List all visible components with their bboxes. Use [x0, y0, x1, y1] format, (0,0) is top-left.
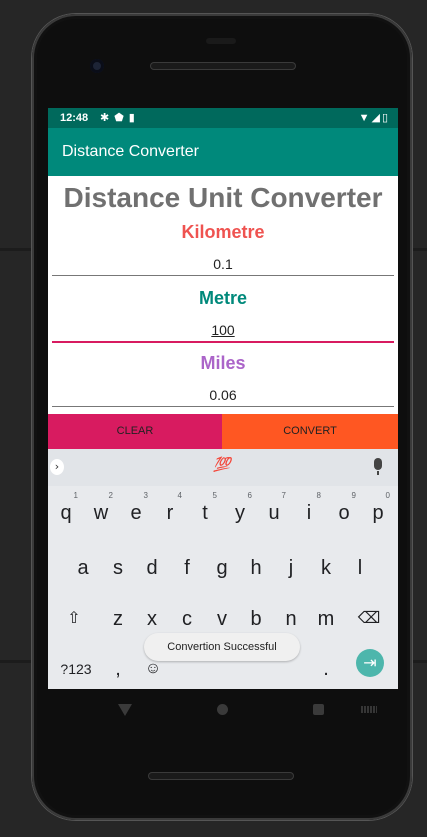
- key-l[interactable]: l: [344, 548, 376, 588]
- key-hint: 7: [281, 491, 286, 500]
- key-hint: 0: [385, 491, 390, 500]
- key-p[interactable]: 0p: [362, 491, 394, 533]
- battery-icon: ▯: [381, 112, 390, 124]
- key-label: e: [130, 502, 142, 524]
- symbols-key[interactable]: ?123: [54, 649, 98, 689]
- key-label: u: [268, 502, 280, 524]
- keyboard-switch-icon[interactable]: [361, 706, 377, 713]
- period-key[interactable]: .: [310, 649, 342, 689]
- key-label: i: [306, 502, 312, 524]
- key-i[interactable]: 8i: [293, 491, 325, 533]
- key-z[interactable]: z: [102, 599, 134, 639]
- backspace-key-icon[interactable]: ⌫: [353, 599, 385, 639]
- keyboard-suggestion-bar: › 💯: [48, 449, 398, 486]
- key-hint: 8: [316, 491, 321, 500]
- key-f[interactable]: f: [171, 548, 203, 588]
- comma-key[interactable]: ,: [102, 649, 134, 689]
- key-m[interactable]: m: [310, 599, 342, 639]
- key-hint: 9: [351, 491, 356, 500]
- toast-message: Convertion Successful: [144, 633, 300, 661]
- key-w[interactable]: 2w: [85, 491, 117, 533]
- chevron-right-icon[interactable]: ›: [50, 459, 64, 475]
- front-camera: [90, 59, 104, 73]
- key-j[interactable]: j: [275, 548, 307, 588]
- mic-icon-stand: [377, 471, 379, 475]
- key-s[interactable]: s: [102, 548, 134, 588]
- key-t[interactable]: 5t: [189, 491, 221, 533]
- system-icons: ▼◢▯: [359, 111, 390, 124]
- emoji-suggestion[interactable]: 💯: [213, 457, 230, 473]
- top-speaker: [150, 62, 296, 70]
- key-y[interactable]: 6y: [224, 491, 256, 533]
- key-hint: 3: [143, 491, 148, 500]
- key-label: p: [372, 502, 384, 524]
- background-line: [412, 660, 427, 663]
- phone-screen: 12:48 ✱⬟▮ ▼◢▯ Distance Converter Distanc…: [48, 108, 398, 689]
- background-line: [0, 248, 32, 251]
- key-label: o: [338, 502, 350, 524]
- wifi-icon: ▼: [358, 112, 372, 124]
- background-line: [412, 248, 427, 251]
- key-d[interactable]: d: [136, 548, 168, 588]
- settings-icon: ✱: [100, 112, 115, 124]
- shield-icon: ⬟: [114, 112, 129, 124]
- key-label: q: [60, 502, 72, 524]
- key-hint: 4: [177, 491, 182, 500]
- shift-key-icon[interactable]: ⇧: [58, 599, 90, 639]
- key-hint: 1: [73, 491, 78, 500]
- key-r[interactable]: 4r: [154, 491, 186, 533]
- miles-input-underline: [52, 406, 394, 407]
- kilometre-input-underline: [52, 275, 394, 276]
- bottom-speaker: [148, 772, 294, 780]
- key-hint: 6: [247, 491, 252, 500]
- metre-label: Metre: [198, 288, 247, 308]
- key-label: w: [93, 502, 109, 524]
- kilometre-label: Kilometre: [181, 222, 265, 242]
- notification-icons: ✱⬟▮: [100, 111, 140, 124]
- sd-card-icon: ▮: [128, 112, 140, 124]
- miles-label: Miles: [200, 353, 246, 373]
- home-icon[interactable]: [217, 704, 228, 715]
- key-o[interactable]: 9o: [328, 491, 360, 533]
- key-u[interactable]: 7u: [258, 491, 290, 533]
- status-time: 12:48: [60, 112, 89, 124]
- metre-input[interactable]: 100: [48, 322, 398, 338]
- key-k[interactable]: k: [310, 548, 342, 588]
- page-title: Distance Unit Converter: [63, 182, 383, 213]
- key-label: t: [202, 502, 208, 524]
- miles-input[interactable]: 0.06: [48, 387, 398, 403]
- app-title: Distance Converter: [62, 143, 199, 160]
- signal-icon: ◢: [371, 112, 382, 124]
- status-bar: 12:48 ✱⬟▮ ▼◢▯: [48, 108, 398, 128]
- earpiece: [206, 38, 236, 44]
- background-line: [0, 660, 32, 663]
- key-label: r: [166, 502, 174, 524]
- app-bar: Distance Converter: [48, 128, 398, 176]
- convert-button[interactable]: CONVERT: [222, 414, 398, 449]
- key-hint: 5: [212, 491, 217, 500]
- soft-keyboard: › 💯 1q 2w 3e 4r 5t 6y 7u 8i 9o 0p a s d …: [48, 449, 398, 689]
- recent-apps-icon[interactable]: [313, 704, 324, 715]
- key-e[interactable]: 3e: [120, 491, 152, 533]
- back-icon[interactable]: [118, 704, 132, 716]
- enter-key-icon[interactable]: ⇥: [356, 649, 384, 677]
- key-a[interactable]: a: [67, 548, 99, 588]
- mic-icon[interactable]: [374, 458, 382, 470]
- key-h[interactable]: h: [240, 548, 272, 588]
- metre-input-underline: [52, 341, 394, 343]
- key-label: y: [235, 502, 245, 524]
- key-q[interactable]: 1q: [50, 491, 82, 533]
- key-g[interactable]: g: [206, 548, 238, 588]
- kilometre-input[interactable]: 0.1: [48, 256, 398, 272]
- key-hint: 2: [108, 491, 113, 500]
- clear-button[interactable]: CLEAR: [48, 414, 222, 449]
